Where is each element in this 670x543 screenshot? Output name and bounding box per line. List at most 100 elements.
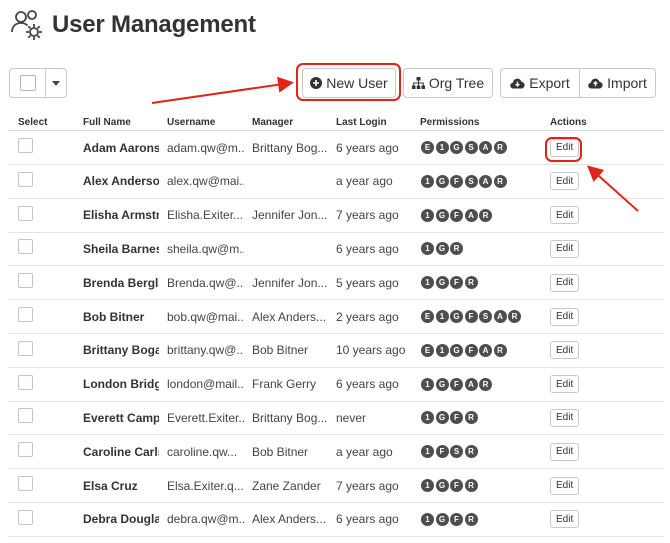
table-row: Elsa Cruz Elsa.Exiter.q... Zane Zander 7 ye… [8,469,664,503]
row-checkbox[interactable] [18,442,33,458]
row-checkbox[interactable] [18,374,33,390]
permissions-cell: 1GFAR [421,368,551,401]
manager-cell: Zane Zander [252,478,321,493]
permission-badge: G [435,411,449,425]
row-checkbox[interactable] [18,138,33,153]
actions-cell: Edit [550,165,590,198]
row-checkbox[interactable] [18,476,33,491]
bulk-select-dropdown[interactable] [9,68,67,98]
table-row: Debra Douglas debra.qw@m... Alex Anders...… [8,503,664,537]
select-all-checkbox[interactable] [19,75,36,91]
export-label: Export [529,75,570,91]
row-select-cell [18,368,34,401]
edit-button[interactable]: Edit [550,206,580,225]
import-button[interactable]: Import [580,69,655,97]
edit-button[interactable]: Edit [550,442,580,461]
permission-badge: F [450,174,463,188]
permission-badge: G [435,377,449,391]
column-header-manager[interactable]: Manager [252,117,293,128]
permissions-cell: 1GFAR [421,199,551,232]
column-header-username[interactable]: Username [167,117,215,128]
table-row: Bob Bitner bob.qw@mai... Alex Anders... 2 y… [8,300,664,334]
actions-cell: Edit [550,300,590,333]
permission-badge: F [450,411,463,425]
last-login-cell: 6 years ago [336,241,399,256]
permission-badge: 1 [421,479,434,492]
actions-cell: Edit [550,266,590,299]
permission-badge: R [493,141,507,154]
permission-badge: A [479,174,492,188]
full-name-cell: Caroline Carlson [83,444,159,459]
table-row: Caroline Carlson caroline.qw... Bob Bitner… [8,435,664,470]
org-tree-button[interactable]: Org Tree [403,68,493,98]
bulk-actions-toggle[interactable] [46,69,66,97]
actions-cell: Edit [550,199,590,232]
edit-button[interactable]: Edit [550,172,580,191]
permission-badge: F [464,343,478,357]
edit-button[interactable]: Edit [550,408,580,427]
export-button[interactable]: Export [501,69,580,97]
username-cell: Elisha.Exiter... [167,208,244,223]
table-row: Brittany Bogart brittany.qw@... Bob Bitner… [8,334,664,368]
permission-badge: E [421,141,434,154]
edit-button[interactable]: Edit [550,239,580,258]
permissions-cell: E1GFAR [421,334,551,367]
permission-badge: 1 [421,208,434,222]
permission-badge: A [464,377,478,391]
row-checkbox[interactable] [18,239,33,255]
column-header-last-login[interactable]: Last Login [336,117,387,128]
table-row: London Bridges london@mail... Frank Gerry 6… [8,368,664,402]
permission-badge: G [435,208,449,222]
row-checkbox[interactable] [18,509,33,525]
manager-cell: Alex Anders... [252,309,327,324]
last-login-cell: 10 years ago [336,343,406,358]
row-checkbox[interactable] [18,171,33,187]
cloud-download-icon [510,78,525,88]
permission-badge: R [508,310,521,323]
permission-badge: A [464,208,478,222]
permission-badge: R [450,242,463,256]
full-name-cell: Alex Anderson [83,174,159,189]
row-checkbox[interactable] [18,307,33,322]
permission-badge: R [464,276,478,290]
row-checkbox[interactable] [18,205,33,221]
permission-badge: F [450,479,463,492]
edit-button[interactable]: Edit [550,510,580,529]
permissions-cell: 1FSR [421,435,551,468]
full-name-cell: Elisha Armstrong [83,208,159,223]
full-name-cell: Elsa Cruz [83,478,138,493]
username-cell: adam.qw@m... [167,140,244,155]
column-header-full-name[interactable]: Full Name [83,117,131,128]
permissions-cell: E1GFSAR [421,300,551,333]
edit-button[interactable]: Edit [550,307,580,326]
row-checkbox[interactable] [18,273,33,289]
row-checkbox[interactable] [18,340,33,356]
permissions-cell: 1GFR [421,401,551,434]
user-settings-icon [11,10,42,40]
permission-badge: 1 [421,377,434,391]
last-login-cell: never [336,410,367,425]
username-cell: brittany.qw@... [167,343,244,358]
table-row: Brenda Berglan Brenda.qw@... Jennifer Jon.… [8,266,664,301]
edit-button[interactable]: Edit [550,476,580,495]
full-name-cell: Brenda Berglan [83,275,159,290]
cloud-upload-icon [588,78,603,88]
org-tree-label: Org Tree [428,75,485,91]
row-checkbox[interactable] [18,408,33,424]
permission-badge: F [450,208,463,222]
permission-badge: R [464,445,478,459]
username-cell: debra.qw@m... [167,512,244,527]
edit-button[interactable]: Edit [550,375,580,394]
sitemap-icon [411,77,425,89]
row-select-cell [18,503,34,536]
username-cell: bob.qw@mai... [167,309,244,324]
actions-cell: Edit [550,368,590,401]
manager-cell: Bob Bitner [252,343,309,358]
permission-badge: G [435,276,449,290]
edit-button[interactable]: Edit [550,273,580,292]
actions-cell: Edit [550,503,590,536]
edit-button[interactable]: Edit [550,341,580,360]
row-select-cell [18,199,34,232]
last-login-cell: 7 years ago [336,208,399,223]
last-login-cell: 7 years ago [336,478,399,493]
